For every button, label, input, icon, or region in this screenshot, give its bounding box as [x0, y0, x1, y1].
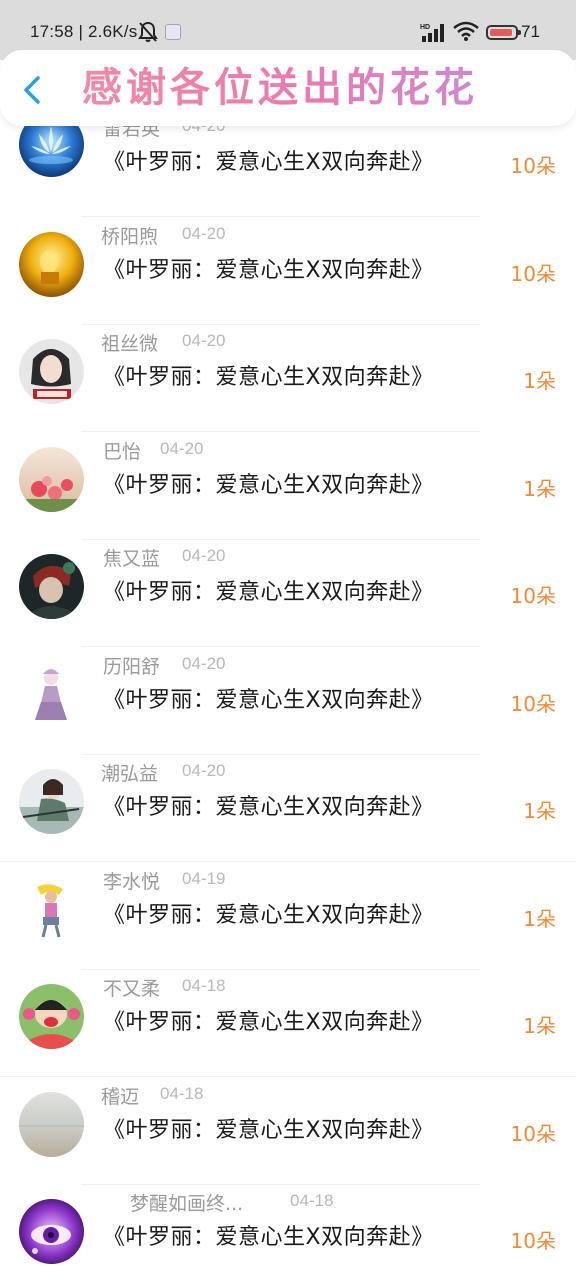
flower-count: 10朵: [510, 584, 556, 608]
painting-avatar[interactable]: [19, 769, 84, 834]
flower-count: 1朵: [523, 477, 556, 501]
row-divider: [82, 216, 480, 217]
row-divider: [82, 431, 480, 432]
sender-name[interactable]: 桥阳煦: [101, 222, 158, 249]
sender-name[interactable]: 巴怡: [103, 437, 141, 464]
flower-count: 10朵: [510, 1122, 556, 1146]
gift-row[interactable]: 雷若英 04-20 《叶罗丽：爱意心生X双向奔赴》 10朵: [0, 126, 576, 217]
page-header: 感谢各位送出的花花: [0, 50, 576, 126]
battery-level: 71: [521, 22, 540, 41]
battery-icon: [486, 25, 521, 40]
wifi-icon: [453, 21, 479, 46]
gift-row[interactable]: 梦醒如画终... 04-18 《叶罗丽：爱意心生X双向奔赴》 10朵: [0, 1185, 576, 1280]
flower-count: 10朵: [510, 1229, 556, 1253]
row-divider: [0, 1076, 576, 1077]
silent-bell-icon: [138, 21, 158, 48]
sender-name[interactable]: 潮弘益: [101, 759, 158, 786]
book-title[interactable]: 《叶罗丽：爱意心生X双向奔赴》: [103, 359, 434, 391]
gift-row[interactable]: 巴怡 04-20 《叶罗丽：爱意心生X双向奔赴》 1朵: [0, 433, 576, 540]
gift-list[interactable]: 雷若英04-20《叶罗丽：爱意心生X双向奔赴》10朵桥阳煦04-20《叶罗丽：爱…: [0, 126, 576, 1280]
gift-date: 04-18: [160, 1084, 204, 1103]
gift-row[interactable]: 焦又蓝 04-20 《叶罗丽：爱意心生X双向奔赴》 10朵: [0, 540, 576, 647]
cartoon-girl-avatar[interactable]: [19, 877, 84, 942]
flower-count: 1朵: [523, 1014, 556, 1038]
book-title[interactable]: 《叶罗丽：爱意心生X双向奔赴》: [103, 897, 434, 929]
status-time: 17:58 | 2.6K/s: [30, 22, 138, 41]
book-title[interactable]: 《叶罗丽：爱意心生X双向奔赴》: [103, 574, 434, 606]
sender-name[interactable]: 稽迈: [101, 1082, 139, 1109]
gift-date: 04-20: [182, 331, 226, 350]
book-title[interactable]: 《叶罗丽：爱意心生X双向奔赴》: [103, 1112, 434, 1144]
flower-count: 10朵: [510, 154, 556, 178]
sender-name[interactable]: 焦又蓝: [103, 544, 160, 571]
sender-name[interactable]: 梦醒如画终...: [130, 1189, 243, 1216]
book-title[interactable]: 《叶罗丽：爱意心生X双向奔赴》: [103, 1004, 434, 1036]
back-button[interactable]: [14, 70, 50, 110]
book-title[interactable]: 《叶罗丽：爱意心生X双向奔赴》: [103, 789, 434, 821]
row-divider: [0, 861, 576, 862]
flower-count: 1朵: [523, 369, 556, 393]
portrait-avatar[interactable]: [19, 339, 84, 404]
cartoon-boy-avatar[interactable]: [19, 984, 84, 1049]
anime-boy-avatar[interactable]: [19, 554, 84, 619]
page-title: 感谢各位送出的花花: [82, 60, 522, 116]
gift-row[interactable]: 桥阳煦 04-20 《叶罗丽：爱意心生X双向奔赴》 10朵: [0, 218, 576, 325]
gift-date: 04-18: [290, 1191, 334, 1210]
beach-avatar[interactable]: [19, 1092, 84, 1157]
flower-count: 10朵: [510, 692, 556, 716]
gift-row[interactable]: 李水悦 04-19 《叶罗丽：爱意心生X双向奔赴》 1朵: [0, 863, 576, 970]
back-arrow-icon: [24, 76, 40, 104]
book-title[interactable]: 《叶罗丽：爱意心生X双向奔赴》: [103, 682, 434, 714]
lotus-avatar[interactable]: [19, 126, 84, 177]
sender-name[interactable]: 雷若英: [103, 126, 160, 141]
sender-name[interactable]: 历阳舒: [103, 652, 160, 679]
app-notification-icon: [165, 24, 181, 40]
gift-row[interactable]: 祖丝微 04-20 《叶罗丽：爱意心生X双向奔赴》 1朵: [0, 325, 576, 432]
row-divider: [82, 646, 480, 647]
gift-row[interactable]: 历阳舒 04-20 《叶罗丽：爱意心生X双向奔赴》 10朵: [0, 648, 576, 755]
flower-count: 1朵: [523, 799, 556, 823]
gift-date: 04-20: [182, 654, 226, 673]
gift-row[interactable]: 不又柔 04-18 《叶罗丽：爱意心生X双向奔赴》 1朵: [0, 970, 576, 1077]
gift-row[interactable]: 稽迈 04-18 《叶罗丽：爱意心生X双向奔赴》 10朵: [0, 1078, 576, 1185]
book-title[interactable]: 《叶罗丽：爱意心生X双向奔赴》: [103, 1219, 434, 1251]
flower-avatar[interactable]: [19, 447, 84, 512]
sender-name[interactable]: 李水悦: [103, 867, 160, 894]
purple-eye-avatar[interactable]: [19, 1199, 84, 1264]
gift-date: 04-20: [182, 761, 226, 780]
doll-avatar[interactable]: [19, 662, 84, 727]
network-type: HD: [420, 24, 430, 31]
gift-date: 04-20: [182, 546, 226, 565]
gift-date: 04-20: [182, 224, 226, 243]
signal-icon: HD: [420, 22, 448, 47]
book-title[interactable]: 《叶罗丽：爱意心生X双向奔赴》: [103, 252, 434, 284]
sender-name[interactable]: 不又柔: [103, 974, 160, 1001]
sender-name[interactable]: 祖丝微: [101, 329, 158, 356]
book-title[interactable]: 《叶罗丽：爱意心生X双向奔赴》: [103, 144, 434, 176]
gift-date: 04-20: [182, 126, 225, 136]
book-title[interactable]: 《叶罗丽：爱意心生X双向奔赴》: [103, 467, 434, 499]
flower-count: 1朵: [523, 907, 556, 931]
gift-row[interactable]: 潮弘益 04-20 《叶罗丽：爱意心生X双向奔赴》 1朵: [0, 755, 576, 862]
gift-date: 04-20: [160, 439, 204, 458]
flower-count: 10朵: [510, 262, 556, 286]
gift-date: 04-18: [182, 976, 226, 995]
golden-avatar[interactable]: [19, 232, 84, 297]
gift-date: 04-19: [182, 869, 226, 888]
